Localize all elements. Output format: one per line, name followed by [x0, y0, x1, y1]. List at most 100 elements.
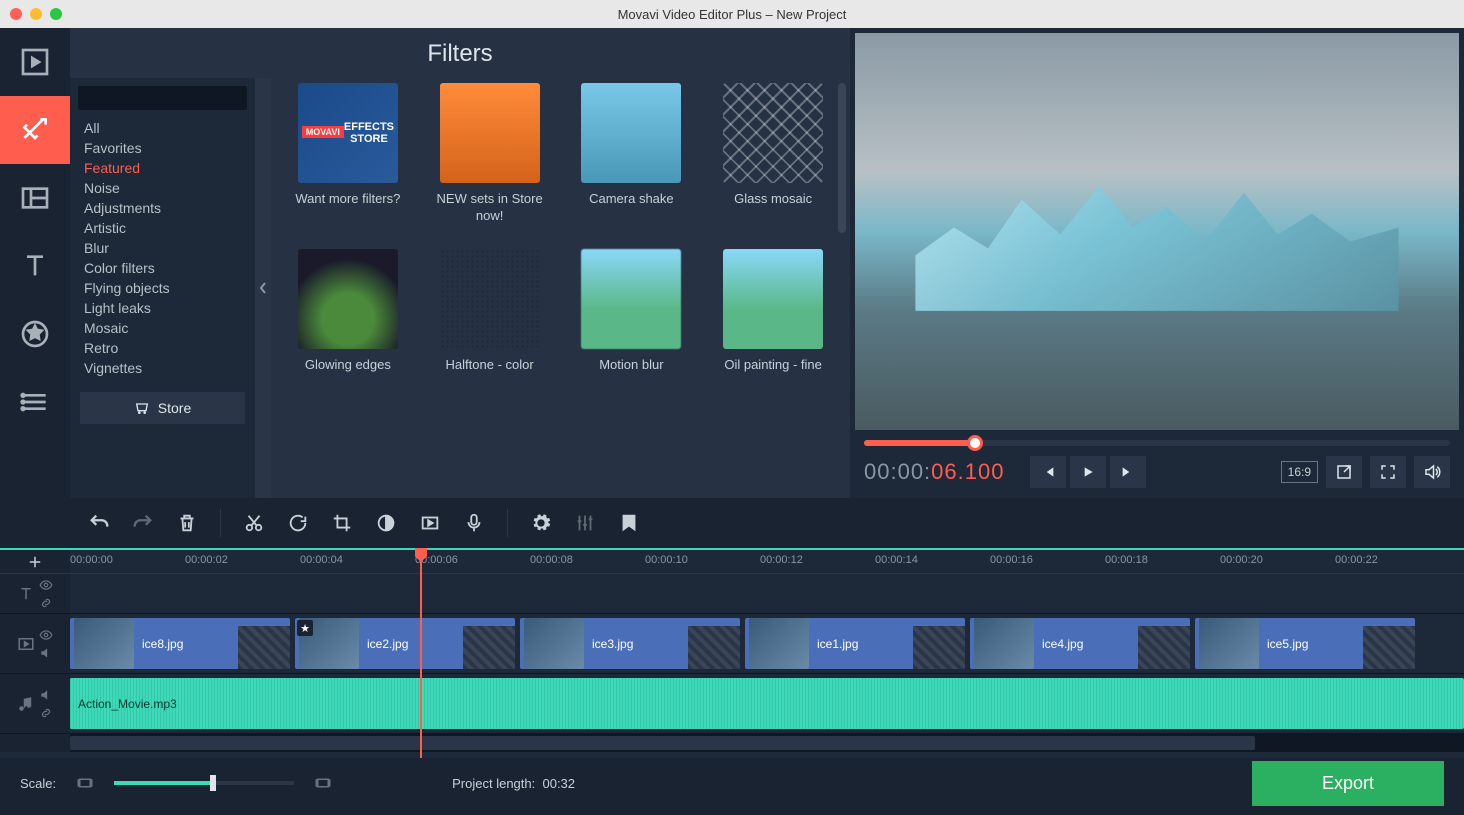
- transition[interactable]: [913, 626, 965, 669]
- sidebar-titles[interactable]: [0, 232, 70, 300]
- filter-item[interactable]: Camera shake: [575, 83, 689, 225]
- eye-icon[interactable]: [39, 628, 53, 642]
- category-color-filters[interactable]: Color filters: [70, 258, 255, 278]
- equalizer-button[interactable]: [564, 503, 606, 543]
- text-icon: [17, 585, 35, 603]
- music-icon: [17, 695, 35, 713]
- collapse-handle[interactable]: [255, 78, 271, 498]
- zoom-in-icon[interactable]: [314, 774, 332, 792]
- scrubber-fill: [864, 440, 975, 446]
- add-track-button[interactable]: [0, 550, 70, 573]
- crop-button[interactable]: [321, 503, 363, 543]
- marker-button[interactable]: [608, 503, 650, 543]
- ruler-tick: 00:00:00: [70, 554, 113, 566]
- category-featured[interactable]: Featured: [70, 158, 255, 178]
- close-icon[interactable]: [10, 8, 22, 20]
- category-noise[interactable]: Noise: [70, 178, 255, 198]
- category-blur[interactable]: Blur: [70, 238, 255, 258]
- sidebar-media[interactable]: [0, 28, 70, 96]
- category-vignettes[interactable]: Vignettes: [70, 358, 255, 378]
- delete-button[interactable]: [166, 503, 208, 543]
- next-button[interactable]: [1110, 456, 1146, 488]
- record-button[interactable]: [453, 503, 495, 543]
- cut-button[interactable]: [233, 503, 275, 543]
- rotate-button[interactable]: [277, 503, 319, 543]
- video-clip[interactable]: ice8.jpg: [70, 618, 290, 669]
- video-clip[interactable]: ice5.jpg: [1195, 618, 1415, 669]
- store-button[interactable]: Store: [80, 392, 245, 424]
- transition[interactable]: [688, 626, 740, 669]
- playhead[interactable]: [420, 548, 422, 758]
- category-mosaic[interactable]: Mosaic: [70, 318, 255, 338]
- eye-icon[interactable]: [39, 578, 53, 592]
- speaker-icon[interactable]: [39, 646, 53, 660]
- sidebar-more[interactable]: [0, 368, 70, 436]
- sidebar-filters[interactable]: [0, 96, 70, 164]
- transition-button[interactable]: [409, 503, 451, 543]
- clip-label: ice8.jpg: [142, 637, 183, 651]
- volume-button[interactable]: [1414, 456, 1450, 488]
- audio-clip[interactable]: Action_Movie.mp3: [70, 678, 1464, 729]
- prev-button[interactable]: [1030, 456, 1066, 488]
- scrubber-thumb[interactable]: [967, 435, 983, 451]
- redo-button[interactable]: [122, 503, 164, 543]
- settings-button[interactable]: [520, 503, 562, 543]
- text-track-body[interactable]: [70, 574, 1464, 613]
- panel-scrollbar[interactable]: [838, 83, 846, 233]
- category-light-leaks[interactable]: Light leaks: [70, 298, 255, 318]
- category-adjustments[interactable]: Adjustments: [70, 198, 255, 218]
- ruler-tick: 00:00:14: [875, 554, 918, 566]
- transition[interactable]: [463, 626, 515, 669]
- video-clip[interactable]: ice3.jpg: [520, 618, 740, 669]
- export-button[interactable]: Export: [1252, 761, 1444, 806]
- speaker-icon[interactable]: [39, 688, 53, 702]
- filter-item[interactable]: NEW sets in Store now!: [433, 83, 547, 225]
- link-icon[interactable]: [39, 596, 53, 610]
- video-track-body[interactable]: ice8.jpg ice2.jpgice3.jpgice1.jpgice4.jpg…: [70, 614, 1464, 673]
- category-favorites[interactable]: Favorites: [70, 138, 255, 158]
- preview-video[interactable]: [855, 33, 1459, 430]
- timeline-scrollbar[interactable]: [70, 734, 1464, 752]
- scrollbar-thumb[interactable]: [70, 736, 1255, 750]
- clip-thumb: [524, 618, 584, 669]
- category-artistic[interactable]: Artistic: [70, 218, 255, 238]
- fullscreen-button[interactable]: [1370, 456, 1406, 488]
- zoom-out-icon[interactable]: [76, 774, 94, 792]
- sidebar-transitions[interactable]: [0, 164, 70, 232]
- filter-item[interactable]: Motion blur: [575, 249, 689, 374]
- search-input[interactable]: [88, 91, 243, 105]
- sidebar-stickers[interactable]: [0, 300, 70, 368]
- filter-item[interactable]: Oil painting - fine: [716, 249, 830, 374]
- category-all[interactable]: All: [70, 118, 255, 138]
- popout-button[interactable]: [1326, 456, 1362, 488]
- undo-button[interactable]: [78, 503, 120, 543]
- transition[interactable]: [1138, 626, 1190, 669]
- filter-item[interactable]: Glass mosaic: [716, 83, 830, 225]
- filter-item[interactable]: Halftone - color: [433, 249, 547, 374]
- scale-slider[interactable]: [114, 781, 294, 785]
- video-clip[interactable]: ice4.jpg: [970, 618, 1190, 669]
- play-button[interactable]: [1070, 456, 1106, 488]
- search-box[interactable]: [78, 86, 247, 110]
- filter-item[interactable]: MOVAVIEFFECTSSTOREWant more filters?: [291, 83, 405, 225]
- scrubber[interactable]: [864, 440, 1450, 446]
- video-clip[interactable]: ice2.jpg: [295, 618, 515, 669]
- minimize-icon[interactable]: [30, 8, 42, 20]
- filter-item[interactable]: Glowing edges: [291, 249, 405, 374]
- aspect-ratio[interactable]: 16:9: [1281, 461, 1318, 483]
- sidebar: [0, 28, 70, 498]
- audio-track-body[interactable]: Action_Movie.mp3: [70, 674, 1464, 733]
- link-icon[interactable]: [39, 706, 53, 720]
- footer: Scale: Project length: 00:32 Export: [0, 758, 1464, 808]
- video-clip[interactable]: ice1.jpg: [745, 618, 965, 669]
- transition[interactable]: [1363, 626, 1415, 669]
- ruler-tick: 00:00:04: [300, 554, 343, 566]
- scale-thumb[interactable]: [210, 775, 216, 791]
- transition[interactable]: [238, 626, 290, 669]
- time-ruler[interactable]: 00:00:0000:00:0200:00:0400:00:0600:00:08…: [70, 550, 1464, 573]
- category-retro[interactable]: Retro: [70, 338, 255, 358]
- ruler-tick: 00:00:08: [530, 554, 573, 566]
- maximize-icon[interactable]: [50, 8, 62, 20]
- category-flying-objects[interactable]: Flying objects: [70, 278, 255, 298]
- color-button[interactable]: [365, 503, 407, 543]
